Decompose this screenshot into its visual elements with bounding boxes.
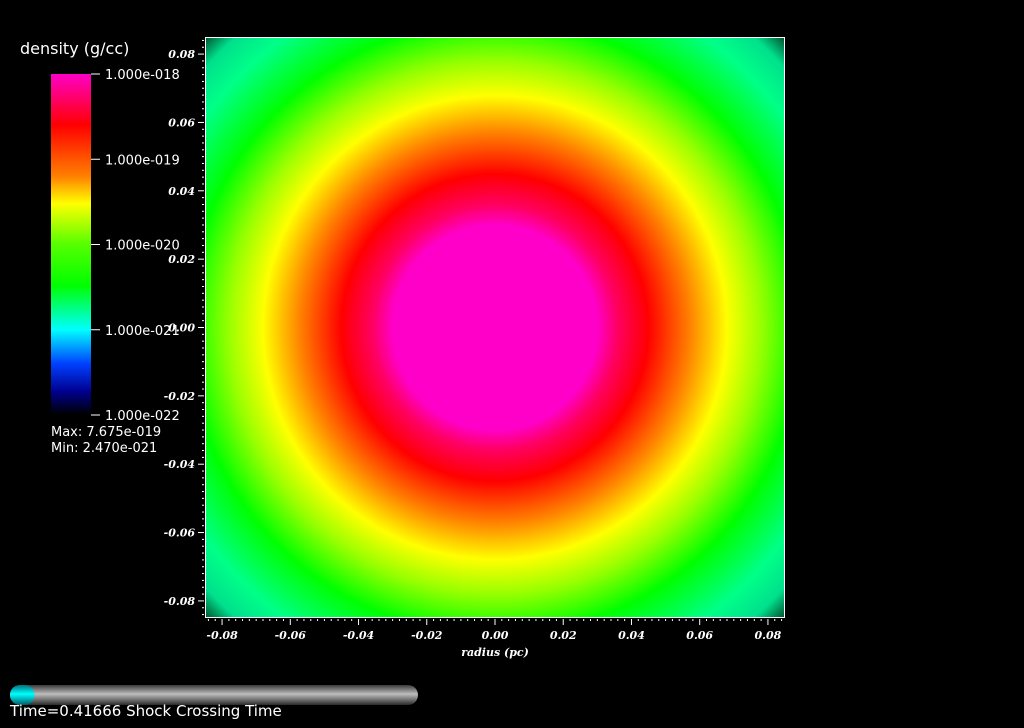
x-axis-title: radius (pc) (461, 646, 529, 659)
x-tick-label: 0.02 (550, 629, 577, 642)
colorbar-tick-label: 1.000e-018 (105, 68, 180, 83)
time-annotation: Time=0.41666 Shock Crossing Time (9, 702, 282, 720)
y-tick-label: 0.02 (168, 253, 195, 266)
colorbar-ticks: 1.000e-018 1.000e-019 1.000e-020 1.000e-021… (91, 68, 180, 424)
x-tick-label: -0.08 (206, 629, 238, 642)
density-plot: -0.08 -0.06 -0.04 -0.02 0.00 0.02 0.04 0.06 0.08… (9, 37, 785, 720)
y-tick-label: -0.02 (164, 390, 196, 403)
colorbar-tick-label: 1.000e-022 (105, 409, 180, 424)
y-tick-label: -0.06 (164, 527, 196, 540)
x-tick-label: 0.06 (686, 629, 713, 642)
y-tick-label: -0.04 (164, 458, 195, 471)
y-tick-label: 0.06 (168, 116, 195, 129)
x-tick-label: -0.02 (411, 629, 443, 642)
min-label: Min: 2.470e-021 (51, 441, 157, 456)
density-field (205, 37, 785, 618)
y-tick-label: -0.08 (164, 595, 196, 608)
x-tick-label: -0.04 (343, 629, 374, 642)
colorbar-tick-label: 1.000e-020 (105, 239, 180, 254)
x-tick-label: -0.06 (275, 629, 307, 642)
colorbar (51, 74, 91, 415)
y-tick-label: 0.08 (168, 48, 195, 61)
colorbar-tick-label: 1.000e-021 (105, 324, 180, 339)
x-axis: -0.08 -0.06 -0.04 -0.02 0.00 0.02 0.04 0.06 0.08 (206, 619, 783, 642)
x-tick-label: 0.08 (755, 629, 782, 642)
x-tick-label: 0.00 (482, 629, 509, 642)
x-tick-label: 0.04 (618, 629, 645, 642)
legend-title: density (g/cc) (20, 39, 129, 58)
max-label: Max: 7.675e-019 (51, 425, 161, 440)
colorbar-tick-label: 1.000e-019 (105, 153, 180, 168)
y-tick-label: 0.04 (168, 185, 195, 198)
